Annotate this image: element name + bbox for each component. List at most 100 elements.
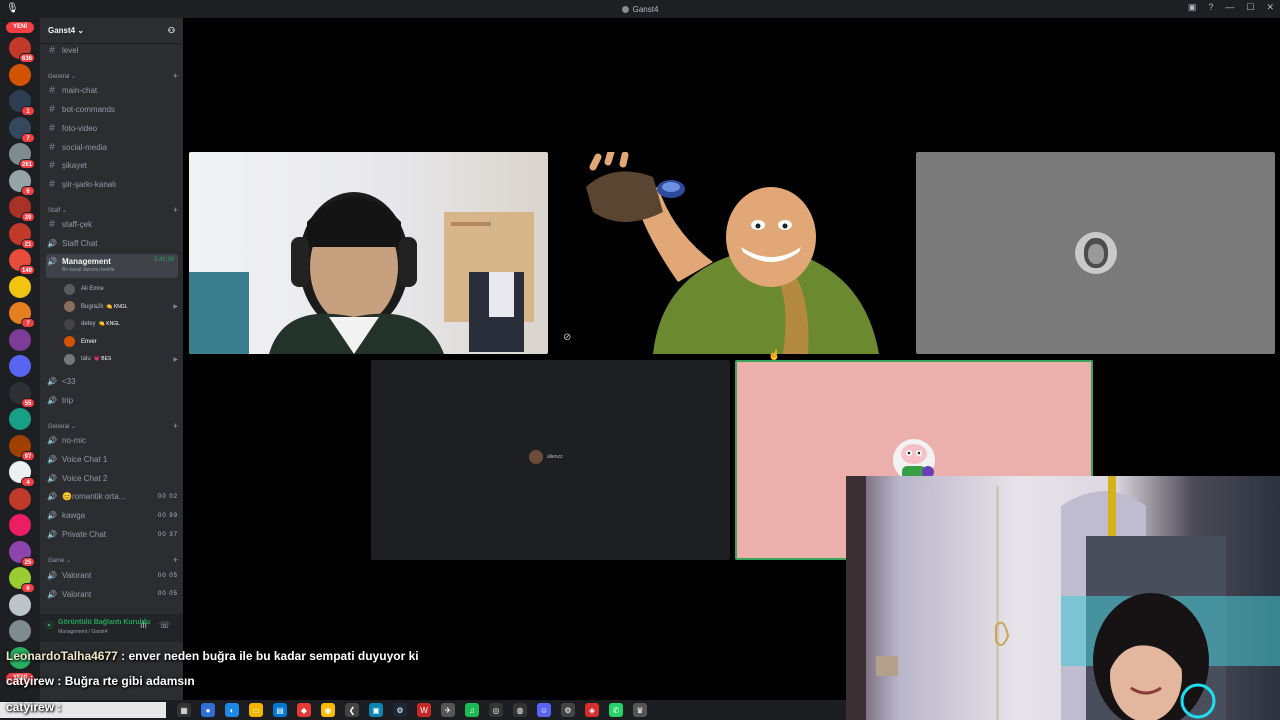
video-tile-avatar-grey[interactable] (916, 152, 1275, 354)
app-icon[interactable]: ◈ (585, 703, 599, 717)
obs-icon[interactable]: ◎ (489, 703, 503, 717)
inbox-icon[interactable]: ▣ (1188, 2, 1197, 13)
channel-social-media[interactable]: # social-media (46, 139, 178, 156)
invite-icon[interactable]: ⚇ (168, 26, 175, 35)
channel-staff-chat[interactable]: 🔊 Staff Chat (46, 235, 178, 252)
disconnect-icon[interactable]: ☏ (159, 620, 170, 631)
server-icon[interactable] (9, 275, 31, 298)
server-icon[interactable] (9, 593, 31, 616)
voice-channel[interactable]: 🔊 Private Chat 00 37 (46, 526, 178, 543)
discord-icon[interactable]: ☺ (537, 703, 551, 717)
server-icon[interactable] (9, 514, 31, 536)
channel-status[interactable]: Bir kanal durumu belirle (62, 267, 115, 273)
video-tile-avatar-dark[interactable]: alienzz (371, 360, 730, 560)
app-icon[interactable]: ❮ (345, 703, 359, 717)
channel-main-chat[interactable]: # main-chat (46, 82, 178, 99)
help-icon[interactable]: ? (1208, 2, 1213, 13)
hash-icon: # (49, 219, 55, 230)
server-icon[interactable]: 6 (9, 169, 35, 196)
category-general[interactable]: General ⌄ + (48, 72, 178, 81)
voice-channel-trip[interactable]: 🔊 trip (46, 392, 178, 409)
channel-foto-video[interactable]: # foto-video (46, 120, 178, 137)
app-icon[interactable]: ♛ (633, 703, 647, 717)
voice-channel[interactable]: 🔊 kawga 00 99 (46, 507, 178, 524)
add-channel-icon[interactable]: + (173, 422, 178, 431)
app-icon[interactable]: ◆ (297, 703, 311, 717)
voice-member[interactable]: detey 🍋 KNGL (64, 316, 178, 332)
app-icon[interactable]: ✈ (441, 703, 455, 717)
server-icon[interactable]: 55 (9, 381, 35, 408)
server-icon[interactable]: 636 (9, 37, 35, 63)
server-icon[interactable] (9, 487, 31, 510)
voice-channel-33[interactable]: 🔊 <33 (46, 373, 178, 390)
server-icon[interactable]: 97 (9, 434, 35, 461)
spotify-icon[interactable]: ♫ (465, 703, 479, 717)
channel-label: Voice Chat 1 (62, 454, 108, 464)
app-icon[interactable]: ◍ (513, 703, 527, 717)
signal-icon[interactable]: ⦿ (45, 620, 53, 631)
channel-label: trip (62, 396, 74, 405)
edge-icon[interactable]: ◐ (225, 703, 239, 717)
voice-channel[interactable]: 🔊 no-mic (46, 432, 178, 449)
voice-member[interactable]: talu 💗 BES ▶ (64, 351, 178, 367)
add-channel-icon[interactable]: + (173, 72, 178, 81)
category-general-voice[interactable]: General ⌄ + (48, 422, 178, 431)
video-tile-cartoon[interactable]: ⊘ (553, 152, 911, 354)
server-icon[interactable]: 4 (9, 461, 35, 487)
voice-channel[interactable]: 🔊 😊romantik orta... 00 02 (46, 488, 178, 505)
add-channel-icon[interactable]: + (173, 556, 178, 565)
server-icon[interactable] (9, 620, 31, 642)
channel-sikayet[interactable]: # şikayet (46, 157, 178, 174)
channel-bot-commands[interactable]: # bot-commands (46, 101, 178, 118)
server-icon[interactable]: 261 (9, 143, 35, 169)
app-icon[interactable]: W (417, 703, 431, 717)
channel-siir[interactable]: # şiir-şarkı-kanalı (46, 176, 178, 193)
maximize-button[interactable]: ☐ (1246, 2, 1254, 13)
server-icon (621, 5, 629, 13)
chrome-icon[interactable]: ◉ (321, 703, 335, 717)
voice-member[interactable]: Enver (64, 334, 178, 350)
speaker-icon: 🔊 (47, 492, 57, 502)
user-avatar (529, 450, 543, 464)
voice-channel[interactable]: 🔊 Valorant 00 05 (46, 567, 178, 584)
speaker-icon: 🔊 (47, 530, 57, 539)
server-header[interactable]: Ganst4 ⌄ ⚇ (40, 18, 183, 44)
server-icon[interactable]: 1 (9, 90, 35, 116)
server-icon[interactable]: 6 (9, 567, 35, 593)
channel-level[interactable]: # level (46, 42, 178, 59)
server-icon[interactable]: 21 (9, 222, 35, 249)
voice-channel[interactable]: 🔊 Valorant 00 05 (46, 586, 178, 603)
server-icon[interactable]: 39 (9, 196, 35, 222)
voice-member[interactable]: Ali Emre (64, 281, 178, 297)
video-tile-webcam-user[interactable] (189, 152, 548, 354)
voice-channel-management[interactable]: 🔊 Management 2:41:39 Bir kanal durumu be… (46, 254, 178, 278)
app-icon[interactable]: ▣ (369, 703, 383, 717)
noise-suppression-icon[interactable]: ılı (140, 620, 147, 630)
server-icon[interactable]: 7 (9, 116, 35, 143)
microphone-icon[interactable]: 🎙 (6, 3, 19, 15)
task-view-icon[interactable]: ▦ (177, 703, 191, 717)
close-button[interactable]: ✕ (1266, 2, 1274, 13)
category-game[interactable]: Game ⌄ + (48, 556, 178, 565)
category-staff[interactable]: Staff ⌄ + (48, 206, 178, 215)
browser-icon[interactable]: ● (201, 703, 215, 717)
voice-channel[interactable]: 🔊 Voice Chat 1 (46, 451, 178, 468)
store-icon[interactable]: ▤ (273, 703, 287, 717)
voice-channel[interactable]: 🔊 Voice Chat 2 (46, 470, 178, 487)
server-icon[interactable] (9, 355, 31, 377)
minimize-button[interactable]: — (1225, 2, 1234, 13)
steam-icon[interactable]: ⚙ (393, 703, 407, 717)
whatsapp-icon[interactable]: ✆ (609, 703, 623, 717)
muted-video-icon[interactable]: ⊘ (563, 332, 571, 343)
server-icon[interactable] (9, 63, 31, 86)
folder-icon[interactable]: ▭ (249, 703, 263, 717)
settings-icon[interactable]: ⚙ (561, 703, 575, 717)
server-icon[interactable] (9, 408, 31, 430)
add-channel-icon[interactable]: + (173, 206, 178, 215)
server-icon[interactable]: 140 (9, 249, 35, 275)
voice-member[interactable]: Bugra2k 🍋 KNGL ▶ (64, 299, 178, 315)
server-icon[interactable]: 25 (9, 540, 35, 567)
channel-staff-cek[interactable]: # staff-çek (46, 216, 178, 233)
server-icon[interactable] (9, 328, 31, 351)
server-icon[interactable]: 7 (9, 302, 35, 328)
